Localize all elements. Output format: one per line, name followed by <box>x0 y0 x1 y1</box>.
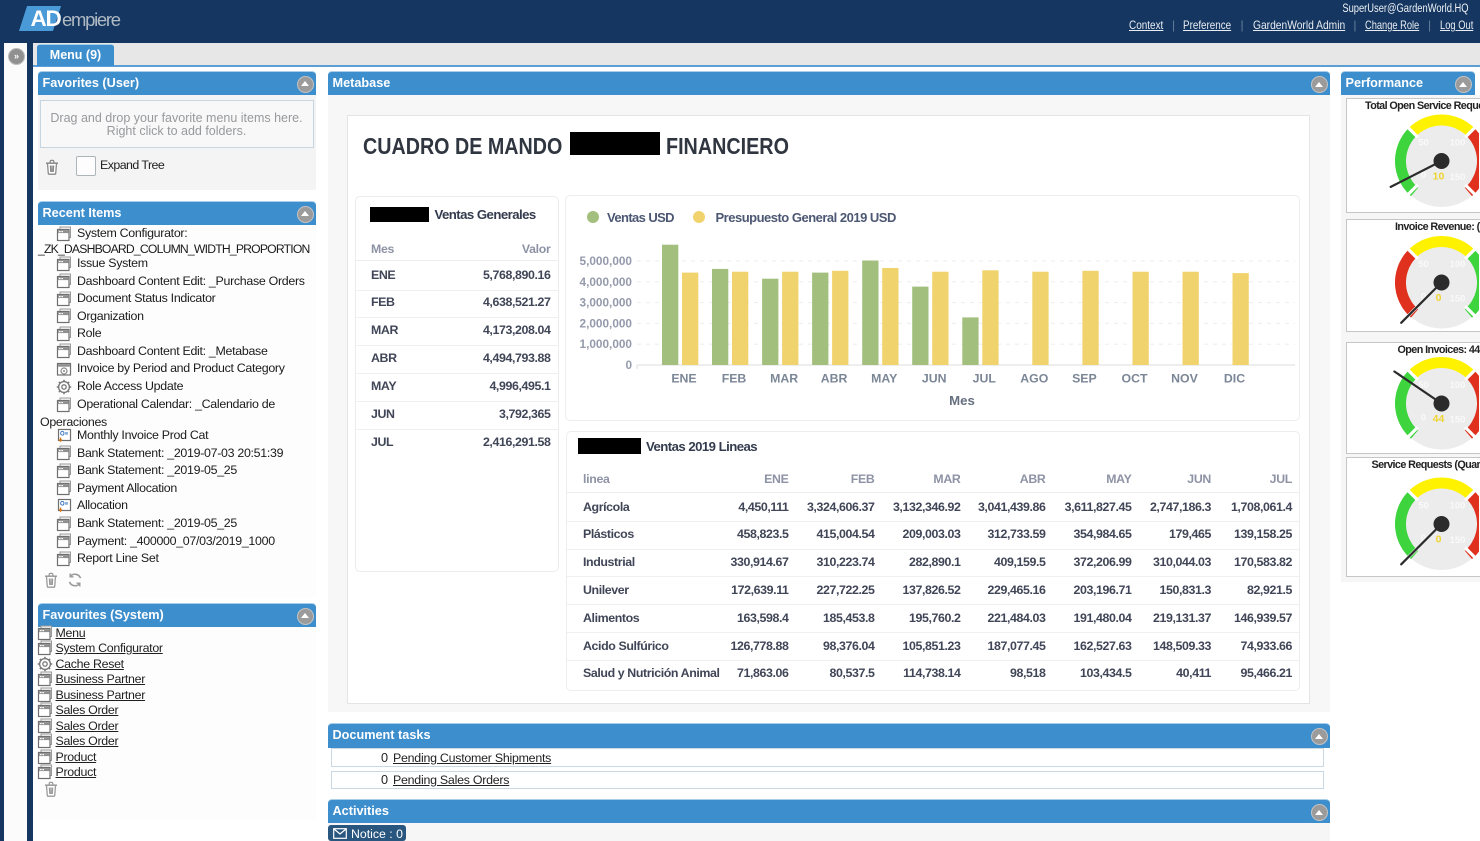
svg-text:Mes: Mes <box>949 393 975 406</box>
svg-text:ABR: ABR <box>821 372 848 386</box>
svg-text:100: 100 <box>1450 138 1466 149</box>
svg-text:3,000,000: 3,000,000 <box>580 296 633 310</box>
svg-text:50: 50 <box>1418 138 1429 149</box>
svg-text:100: 100 <box>1450 501 1466 512</box>
svg-text:SEP: SEP <box>1072 372 1097 386</box>
svg-text:DIC: DIC <box>1224 372 1245 386</box>
svg-text:2,000,000: 2,000,000 <box>580 316 633 330</box>
svg-text:0: 0 <box>1436 292 1442 304</box>
svg-text:0: 0 <box>625 358 632 372</box>
svg-text:150: 150 <box>1450 172 1466 183</box>
svg-text:1,000,000: 1,000,000 <box>580 337 633 351</box>
svg-text:100: 100 <box>1450 259 1466 270</box>
svg-text:OCT: OCT <box>1122 372 1148 386</box>
svg-text:50: 50 <box>1418 501 1429 512</box>
svg-text:NOV: NOV <box>1171 372 1198 386</box>
svg-text:JUL: JUL <box>973 372 997 386</box>
svg-text:MAY: MAY <box>871 372 897 386</box>
svg-text:FEB: FEB <box>722 372 747 386</box>
svg-text:44: 44 <box>1433 413 1445 425</box>
svg-text:150: 150 <box>1450 535 1466 546</box>
svg-text:50: 50 <box>1418 259 1429 270</box>
svg-text:MAR: MAR <box>770 372 798 386</box>
svg-text:5,000,000: 5,000,000 <box>580 254 633 268</box>
svg-text:4,000,000: 4,000,000 <box>580 275 633 289</box>
svg-text:JUN: JUN <box>922 372 947 386</box>
svg-text:10: 10 <box>1433 171 1445 183</box>
svg-text:150: 150 <box>1450 294 1466 305</box>
svg-text:0: 0 <box>1436 534 1442 546</box>
svg-text:AGO: AGO <box>1020 372 1048 386</box>
svg-text:100: 100 <box>1450 380 1466 391</box>
svg-text:ENE: ENE <box>671 372 696 386</box>
svg-text:0: 0 <box>1421 412 1426 423</box>
svg-text:150: 150 <box>1450 414 1466 425</box>
